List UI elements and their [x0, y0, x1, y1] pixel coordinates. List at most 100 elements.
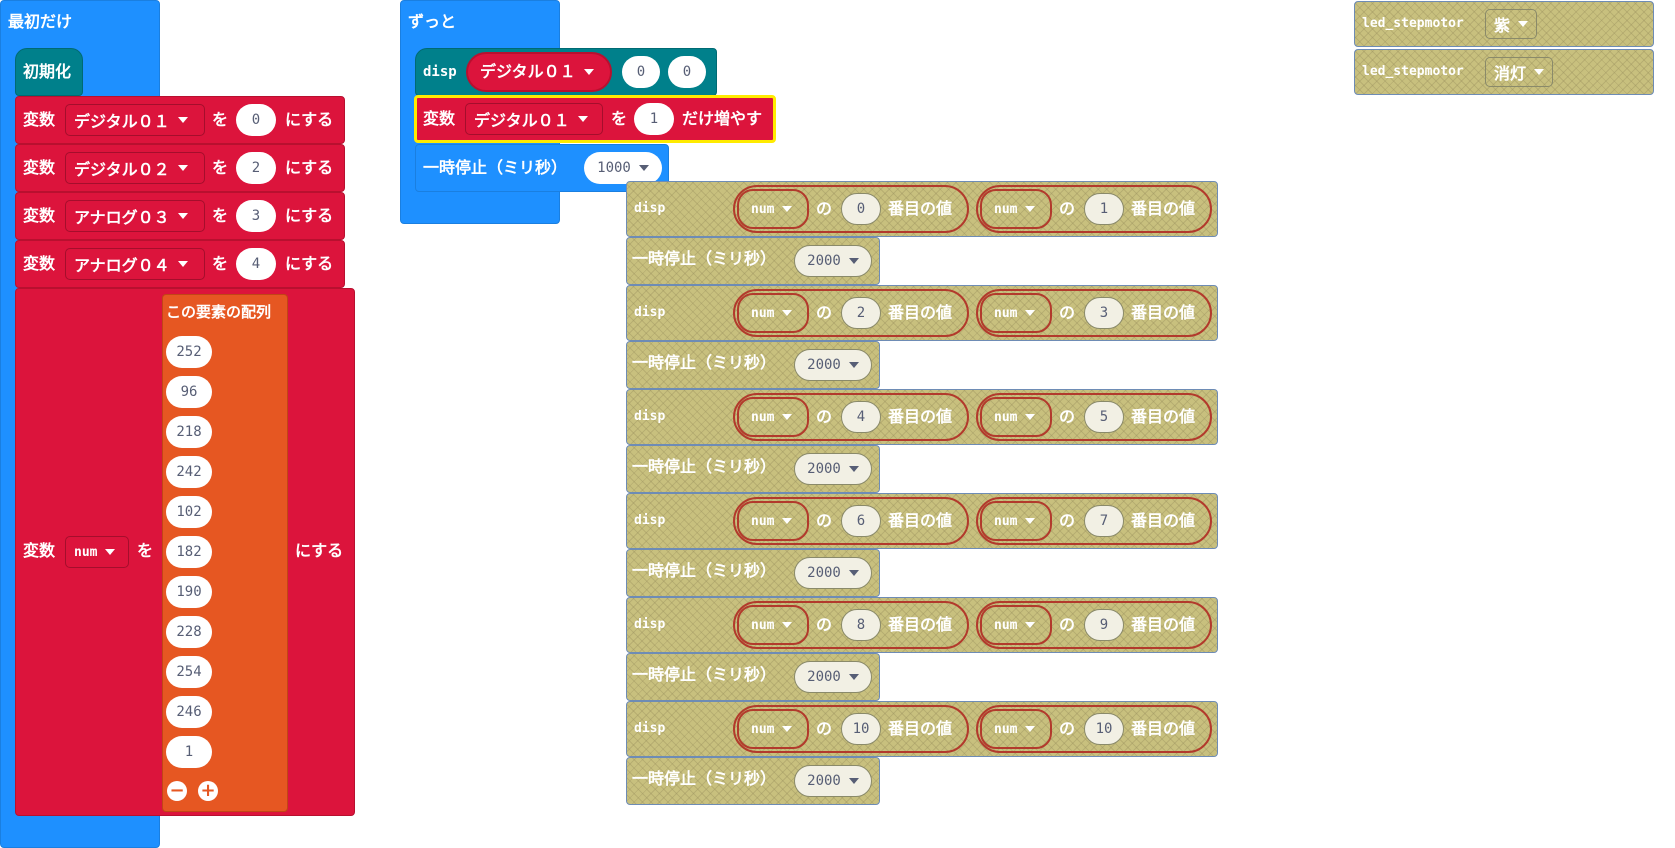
array-var-dropdown[interactable]: num	[980, 189, 1052, 229]
pause-value-dropdown[interactable]: 2000	[794, 557, 872, 589]
index-suffix: 番目の値	[888, 719, 953, 738]
array-item-value[interactable]: 190	[166, 576, 212, 608]
array-item-value[interactable]: 182	[166, 536, 212, 568]
chevron-down-icon	[848, 778, 859, 784]
array-item-value[interactable]: 246	[166, 696, 212, 728]
of-label: の	[1059, 719, 1076, 738]
of-label: の	[816, 407, 833, 426]
set-wo: を	[212, 158, 229, 177]
set-suffix: にする	[285, 206, 334, 225]
disp-var-label: デジタル０１	[480, 62, 576, 81]
var-dropdown[interactable]: アナログ０４	[65, 248, 205, 280]
forever-label: ずっと	[408, 12, 457, 31]
pause-value-dropdown[interactable]: 2000	[794, 765, 872, 797]
chevron-down-icon	[782, 310, 793, 316]
index-value[interactable]: 1	[1084, 193, 1124, 225]
index-value[interactable]: 10	[841, 713, 881, 745]
chevron-down-icon	[782, 726, 793, 732]
disp-var-reporter[interactable]: デジタル０１	[466, 52, 612, 92]
pause-value-dropdown[interactable]: 2000	[794, 349, 872, 381]
array-item-value[interactable]: 254	[166, 656, 212, 688]
var-dropdown-num-label: num	[74, 544, 98, 560]
array-var-dropdown[interactable]: num	[737, 501, 809, 541]
set-value[interactable]: 4	[236, 248, 276, 280]
array-var-label: num	[994, 513, 1018, 529]
index-value[interactable]: 4	[841, 401, 881, 433]
disp-arg-a[interactable]: 0	[622, 56, 660, 88]
index-value[interactable]: 6	[841, 505, 881, 537]
set-suffix: にする	[285, 254, 334, 273]
pause-value-dropdown[interactable]: 2000	[794, 661, 872, 693]
index-value[interactable]: 2	[841, 297, 881, 329]
change-var-dropdown[interactable]: デジタル０１	[465, 103, 603, 135]
array-var-dropdown[interactable]: num	[980, 709, 1052, 749]
array-var-dropdown[interactable]: num	[737, 189, 809, 229]
index-suffix: 番目の値	[888, 511, 953, 530]
index-value[interactable]: 3	[1084, 297, 1124, 329]
array-item-value[interactable]: 1	[166, 736, 212, 768]
array-var-dropdown[interactable]: num	[737, 397, 809, 437]
chevron-down-icon	[848, 466, 859, 472]
set-value[interactable]: 0	[236, 104, 276, 136]
add-item-icon[interactable]: +	[198, 781, 218, 801]
array-var-dropdown[interactable]: num	[980, 501, 1052, 541]
set-num-wo: を	[137, 541, 154, 560]
pause-value-dropdown[interactable]: 2000	[794, 245, 872, 277]
index-value[interactable]: 0	[841, 193, 881, 225]
remove-item-icon[interactable]: −	[167, 781, 187, 801]
change-prefix: 変数	[423, 109, 456, 128]
chevron-down-icon	[177, 261, 188, 267]
chevron-down-icon	[1518, 21, 1529, 27]
array-var-label: num	[751, 721, 775, 737]
of-label: の	[816, 511, 833, 530]
index-value[interactable]: 7	[1084, 505, 1124, 537]
array-var-dropdown[interactable]: num	[737, 709, 809, 749]
index-value[interactable]: 9	[1084, 609, 1124, 641]
array-item-value[interactable]: 102	[166, 496, 212, 528]
array-item-value[interactable]: 242	[166, 456, 212, 488]
led-stepmotor-option-dropdown[interactable]: 消灯	[1485, 57, 1554, 87]
array-var-label: num	[994, 305, 1018, 321]
array-item-value[interactable]: 96	[166, 376, 212, 408]
chevron-down-icon	[1025, 414, 1036, 420]
array-item-value[interactable]: 218	[166, 416, 212, 448]
chevron-down-icon	[1025, 622, 1036, 628]
var-dropdown[interactable]: デジタル０１	[65, 104, 205, 136]
change-value[interactable]: 1	[634, 103, 674, 135]
array-var-label: num	[751, 305, 775, 321]
array-item-value[interactable]: 228	[166, 616, 212, 648]
change-var-label: デジタル０１	[474, 111, 570, 130]
chevron-down-icon	[848, 258, 859, 264]
pause-value: 1000	[597, 160, 631, 176]
index-suffix: 番目の値	[1131, 511, 1196, 530]
set-value[interactable]: 3	[236, 200, 276, 232]
var-dropdown-num[interactable]: num	[65, 536, 129, 568]
set-value[interactable]: 2	[236, 152, 276, 184]
index-value[interactable]: 8	[841, 609, 881, 641]
array-var-dropdown[interactable]: num	[980, 605, 1052, 645]
var-dropdown[interactable]: アナログ０３	[65, 200, 205, 232]
array-var-dropdown[interactable]: num	[737, 293, 809, 333]
chevron-down-icon	[782, 622, 793, 628]
array-var-dropdown[interactable]: num	[980, 397, 1052, 437]
index-value[interactable]: 5	[1084, 401, 1124, 433]
led-stepmotor-label: led_stepmotor	[1362, 64, 1464, 79]
var-dropdown[interactable]: デジタル０２	[65, 152, 205, 184]
array-var-dropdown[interactable]: num	[980, 293, 1052, 333]
disp-arg-b[interactable]: 0	[668, 56, 706, 88]
pause-value-dropdown[interactable]: 2000	[794, 453, 872, 485]
array-var-dropdown[interactable]: num	[737, 605, 809, 645]
pause-label: 一時停止（ミリ秒）	[632, 769, 777, 788]
led-stepmotor-option-dropdown[interactable]: 紫	[1485, 9, 1538, 39]
index-suffix: 番目の値	[888, 303, 953, 322]
array-item-value[interactable]: 252	[166, 336, 212, 368]
pause-label: 一時停止（ミリ秒）	[632, 561, 777, 580]
array-of-label: この要素の配列	[166, 303, 272, 321]
pause-label: 一時停止（ミリ秒）	[632, 665, 777, 684]
pause-value-dropdown[interactable]: 1000	[584, 152, 662, 184]
chevron-down-icon	[782, 518, 793, 524]
chevron-down-icon	[638, 165, 649, 171]
index-value[interactable]: 10	[1084, 713, 1124, 745]
chevron-down-icon	[848, 570, 859, 576]
chevron-down-icon	[177, 165, 188, 171]
